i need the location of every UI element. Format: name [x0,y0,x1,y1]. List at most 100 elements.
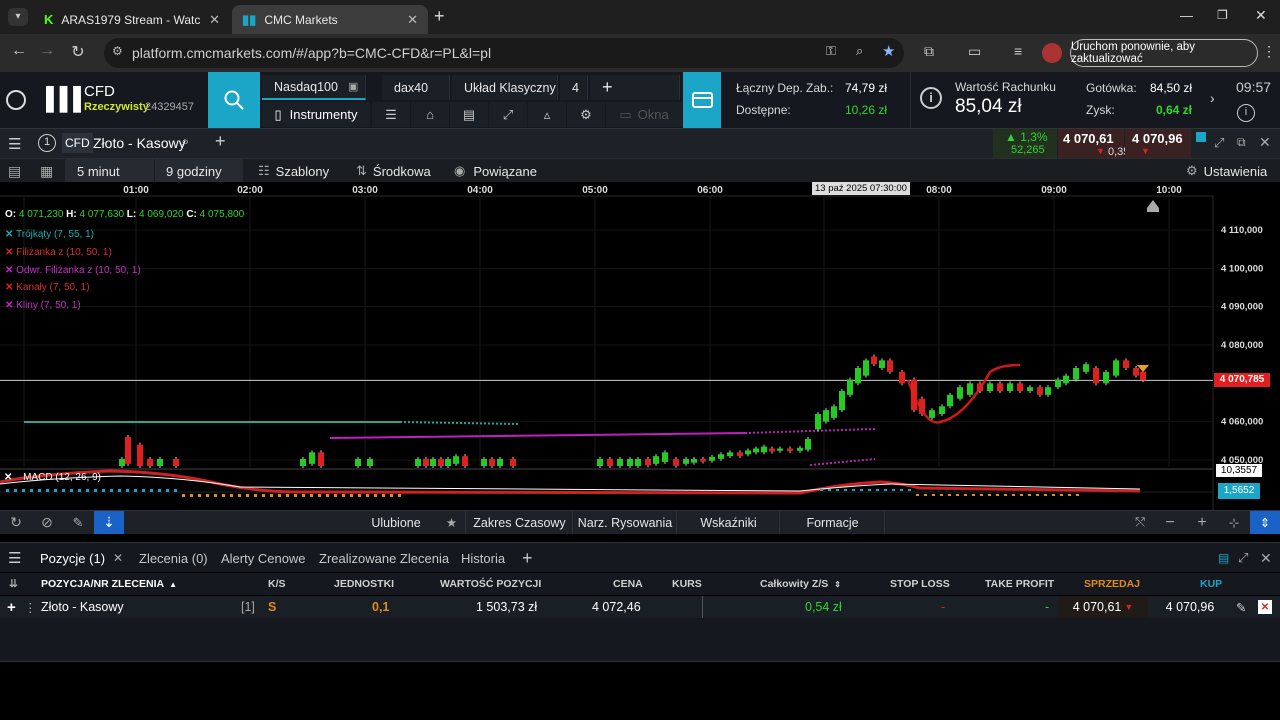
windows-button[interactable]: ▭ Okna [606,102,682,127]
site-info-icon[interactable]: ⚙ [112,44,123,58]
menu-dots-icon[interactable]: ⋮ [1262,43,1276,60]
remove-icon[interactable]: ✕ [5,247,13,258]
indicator-item[interactable]: ✕ Kanały (7, 50, 1) [5,279,141,297]
close-tab-icon[interactable]: ✕ [209,12,220,28]
disable-icon[interactable]: ⊘ [32,511,62,534]
linked-button[interactable]: ◉ Powiązane [454,159,537,183]
tab-cmc-markets[interactable]: ▮▮ CMC Markets ✕ [232,5,428,34]
refresh-icon[interactable]: ↻ [0,511,32,534]
favourite-star-icon[interactable]: ★ [438,511,466,534]
settings-button[interactable]: ⚙ Ustawienia [1186,159,1267,183]
position-stop-loss[interactable]: - [941,596,945,618]
search-button[interactable] [208,72,260,128]
info-icon[interactable]: i [1237,104,1255,122]
minimize-icon[interactable]: — [1180,8,1193,23]
document-icon[interactable]: ▤ [450,102,488,127]
interval-select[interactable]: 5 minut [65,159,154,183]
indicators-button[interactable]: Wskaźniki [678,511,780,534]
tab-search-icon[interactable]: ▾ [8,8,28,26]
back-icon[interactable]: ← [4,42,34,60]
buy-price-box[interactable]: 4 070,96 ▼ [1125,129,1191,159]
chevron-right-icon[interactable]: › [1210,90,1215,106]
close-chart-icon[interactable]: ✕ [1259,134,1271,151]
remove-icon[interactable]: ✕ [5,265,13,276]
tab-orders[interactable]: Zlecenia (0) [139,543,208,573]
col-sell[interactable]: SPRZEDAJ [1084,573,1140,595]
tag-icon[interactable]: ⌂ [411,102,449,127]
templates-button[interactable]: ☷ Szablony [258,159,329,183]
profile-avatar[interactable] [1042,43,1062,63]
grid-view-icon[interactable]: ▦ [40,159,53,183]
chart-canvas[interactable]: 01:00 02:00 03:00 04:00 05:00 06:00 08:00 09:00… [0,182,1280,510]
close-macd-icon[interactable]: ✕ [4,472,12,483]
forward-icon[interactable]: → [32,42,62,60]
education-icon[interactable]: ▵ [528,102,566,127]
user-icon[interactable] [6,90,26,110]
settings-icon[interactable]: ⚙ [567,102,605,127]
col-position[interactable]: POZYCJA/NR ZLECENIA ▲ [41,573,177,595]
indicator-item[interactable]: ✕ Odwr. Filiżanka z (10, 50, 1) [5,262,141,280]
layout-icon[interactable] [1196,132,1206,142]
tab-history[interactable]: Historia [461,543,505,573]
chart-number-badge[interactable]: 1 [38,134,56,152]
edit-icon[interactable]: ▣ [348,80,358,93]
restart-update-button[interactable]: Uruchom ponownie, aby zaktualizować [1070,39,1258,67]
tab-price-alerts[interactable]: Alerty Cenowe [221,543,306,573]
hamburger-menu-icon[interactable]: ☰ [8,135,21,153]
expand-icon[interactable]: ⤢ [1214,135,1224,151]
range-select[interactable]: 9 godziny [155,159,243,183]
remove-icon[interactable]: ✕ [5,229,13,240]
expand-row-icon[interactable]: + [7,596,16,618]
pencil-icon[interactable]: ✎ [62,511,94,534]
indicator-item[interactable]: ✕ Kliny (7, 50, 1) [5,297,141,315]
indicator-item[interactable]: ✕ Filiżanka z (10, 50, 1) [5,244,141,262]
search-icon[interactable]: ⌕ [181,133,189,150]
reading-mode-icon[interactable]: ▭ [968,43,981,60]
col-stop-loss[interactable]: STOP LOSS [890,573,950,595]
wallet-button[interactable] [683,72,721,128]
position-buy[interactable]: 4 070,96 [1150,596,1230,618]
remove-icon[interactable]: ✕ [5,282,13,293]
zoom-in-icon[interactable]: + [1188,511,1216,534]
row-menu-icon[interactable]: ⋮ [24,596,37,618]
tab-dax40[interactable]: dax40 [382,75,450,100]
expand-icon[interactable]: ⤢ [1238,543,1248,573]
position-take-profit[interactable]: - [1045,596,1049,618]
key-icon[interactable]: ⚿ [826,43,836,59]
collapse-icon[interactable]: ⇊ [9,573,18,595]
tab-positions[interactable]: Pozycje (1) ✕ [40,543,123,573]
tab-nasdaq100[interactable]: Nasdaq100 ▣ [262,75,366,100]
extensions-icon[interactable]: ⧉ [924,43,934,60]
zoom-icon[interactable]: ⌕ [856,43,863,59]
edit-position-icon[interactable]: ✎ [1236,596,1246,618]
col-side[interactable]: K/S [268,573,286,595]
col-value[interactable]: WARTOŚĆ POZYCJI [440,573,541,595]
layout-icon[interactable]: ▤ [1218,543,1229,573]
instruments-button[interactable]: ▯ Instrumenty [262,102,370,127]
col-total-pl[interactable]: Całkowity Z/S ⇕ [760,573,841,595]
table-row[interactable]: + ⋮ Złoto - Kasowy [1] S 0,1 1 503,73 zł… [0,596,1280,618]
col-units[interactable]: JEDNOSTKI [334,573,394,595]
position-sell[interactable]: 4 070,61 ▼ [1058,596,1148,618]
patterns-button[interactable]: Formacje [781,511,885,534]
fit-icon[interactable]: ⤲ [1126,511,1154,534]
indicator-item[interactable]: ✕ Trójkąty (7, 55, 1) [5,226,141,244]
crosshair-icon[interactable]: ⊹ [1220,511,1248,534]
remove-icon[interactable]: ✕ [5,300,13,311]
col-price[interactable]: CENA [613,573,643,595]
close-panel-icon[interactable]: ✕ [1260,543,1272,573]
close-tab-icon[interactable]: ✕ [407,12,418,28]
tab-4[interactable]: 4 [560,75,588,100]
instrument-name[interactable]: Złoto - Kasowy [93,135,186,151]
zoom-out-icon[interactable]: − [1156,511,1184,534]
media-icon[interactable]: ≡ [1014,43,1022,59]
cursor-mode-icon[interactable]: ⇕ [1250,511,1280,534]
tab-aras-stream[interactable]: K ARAS1979 Stream - Watch Live ✕ [34,5,230,34]
position-name[interactable]: Złoto - Kasowy [41,596,124,618]
tab-executed-orders[interactable]: Zrealizowane Zlecenia [319,543,449,573]
close-tab-icon[interactable]: ✕ [113,551,123,565]
add-chart-icon[interactable]: + [215,131,226,152]
bookmark-star-icon[interactable]: ★ [882,42,895,60]
list-icon[interactable]: ☰ [372,102,410,127]
add-tab-icon[interactable]: + [590,75,680,100]
